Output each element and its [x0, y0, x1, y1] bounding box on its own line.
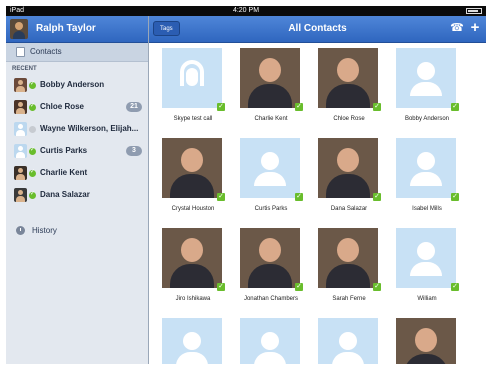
sidebar-item-label: History — [32, 226, 57, 235]
online-check-icon: ✓ — [217, 103, 225, 111]
ipad-screen: iPad 4:20 PM Ralph Taylor Contacts RECEN… — [6, 6, 486, 364]
contact-name: Curtis Parks — [254, 206, 288, 212]
recent-item[interactable]: Chloe Rose 21 — [6, 96, 148, 118]
contact-photo — [162, 228, 222, 288]
unread-badge: 3 — [126, 146, 142, 156]
recent-item[interactable]: Wayne Wilkerson, Elijah... — [6, 118, 148, 140]
page-title: All Contacts — [288, 23, 347, 34]
online-check-icon: ✓ — [373, 283, 381, 291]
recent-item[interactable]: Curtis Parks 3 — [6, 140, 148, 162]
contacts-icon — [16, 47, 25, 57]
battery-icon — [466, 8, 482, 14]
online-check-icon: ✓ — [217, 193, 225, 201]
contact-placeholder-icon — [240, 138, 300, 198]
status-bar: iPad 4:20 PM — [6, 6, 486, 16]
online-status-icon — [29, 168, 36, 177]
dial-phone-icon[interactable]: ☎ — [450, 21, 464, 35]
online-check-icon: ✓ — [295, 283, 303, 291]
online-check-icon: ✓ — [373, 193, 381, 201]
status-time: 4:20 PM — [232, 7, 260, 14]
sidebar-item-history[interactable]: History — [6, 222, 148, 240]
sidebar-item-contacts[interactable]: Contacts — [6, 43, 148, 62]
online-status-icon — [29, 102, 36, 111]
contact-placeholder-icon — [162, 318, 222, 364]
contact-placeholder-icon — [396, 228, 456, 288]
headset-icon — [162, 48, 222, 108]
online-status-icon — [29, 80, 36, 89]
contact-avatar — [14, 166, 27, 180]
contact-photo — [318, 138, 378, 198]
contact-name: Chloe Rose — [333, 116, 365, 122]
profile-header[interactable]: Ralph Taylor — [6, 16, 148, 43]
contact-photo — [318, 228, 378, 288]
contact-name: Isabel Mills — [412, 206, 442, 212]
online-check-icon: ✓ — [373, 103, 381, 111]
recent-list: Bobby Anderson Chloe Rose 21 Wayne Wilke… — [6, 74, 148, 206]
contact-name: Skype test call — [173, 116, 213, 122]
sidebar-item-label: Contacts — [30, 47, 62, 56]
recent-heading: RECENT — [12, 66, 37, 72]
contact-photo — [396, 318, 456, 364]
recent-item-name: Bobby Anderson — [40, 80, 105, 89]
recent-item[interactable]: Dana Salazar — [6, 184, 148, 206]
main-panel: Tags All Contacts ☎ + ✓ Skype test call ✓ C… — [149, 16, 486, 364]
contact-photo — [240, 228, 300, 288]
recent-item-name: Charlie Kent — [40, 168, 88, 177]
contact-name: Dana Salazar — [330, 206, 368, 212]
top-bar: Tags All Contacts ☎ + — [149, 16, 486, 43]
contact-name: Charlie Kent — [254, 116, 288, 122]
recent-item-name: Curtis Parks — [40, 146, 88, 155]
contact-photo — [318, 48, 378, 108]
contact-name: Bobby Anderson — [404, 116, 450, 122]
recent-item[interactable]: Charlie Kent — [6, 162, 148, 184]
recent-item[interactable]: Bobby Anderson — [6, 74, 148, 96]
contact-photo — [162, 138, 222, 198]
online-check-icon: ✓ — [451, 103, 459, 111]
contact-avatar — [14, 78, 27, 92]
contact-avatar — [14, 122, 27, 136]
sidebar: Ralph Taylor Contacts RECENT Bobby Ander… — [6, 16, 149, 364]
contact-avatar — [14, 188, 27, 202]
profile-name: Ralph Taylor — [36, 23, 96, 34]
contact-name: Sarah Ferne — [332, 296, 366, 302]
online-check-icon: ✓ — [295, 193, 303, 201]
online-check-icon: ✓ — [451, 283, 459, 291]
add-contact-button[interactable]: + — [468, 20, 482, 36]
unread-badge: 21 — [126, 102, 142, 112]
contact-photo — [240, 48, 300, 108]
online-check-icon: ✓ — [451, 193, 459, 201]
contact-placeholder-icon — [240, 318, 300, 364]
recent-item-name: Chloe Rose — [40, 102, 85, 111]
clock-icon — [16, 226, 25, 235]
contact-name: Jonathan Chambers — [243, 296, 299, 302]
contact-avatar — [14, 100, 27, 114]
recent-item-name: Wayne Wilkerson, Elijah... — [40, 124, 139, 133]
contact-name: William — [417, 296, 437, 302]
contact-placeholder-icon — [318, 318, 378, 364]
online-check-icon: ✓ — [217, 283, 225, 291]
contact-avatar — [14, 144, 27, 158]
online-check-icon: ✓ — [295, 103, 303, 111]
contact-placeholder-icon — [396, 48, 456, 108]
avatar[interactable] — [10, 19, 28, 39]
online-status-icon — [29, 146, 36, 155]
online-status-icon — [29, 190, 36, 199]
contact-name: Jiro Ishikawa — [175, 296, 211, 302]
contact-placeholder-icon — [396, 138, 456, 198]
contact-name: Crystal Houston — [171, 206, 215, 212]
offline-status-icon — [29, 126, 36, 133]
recent-item-name: Dana Salazar — [40, 190, 90, 199]
